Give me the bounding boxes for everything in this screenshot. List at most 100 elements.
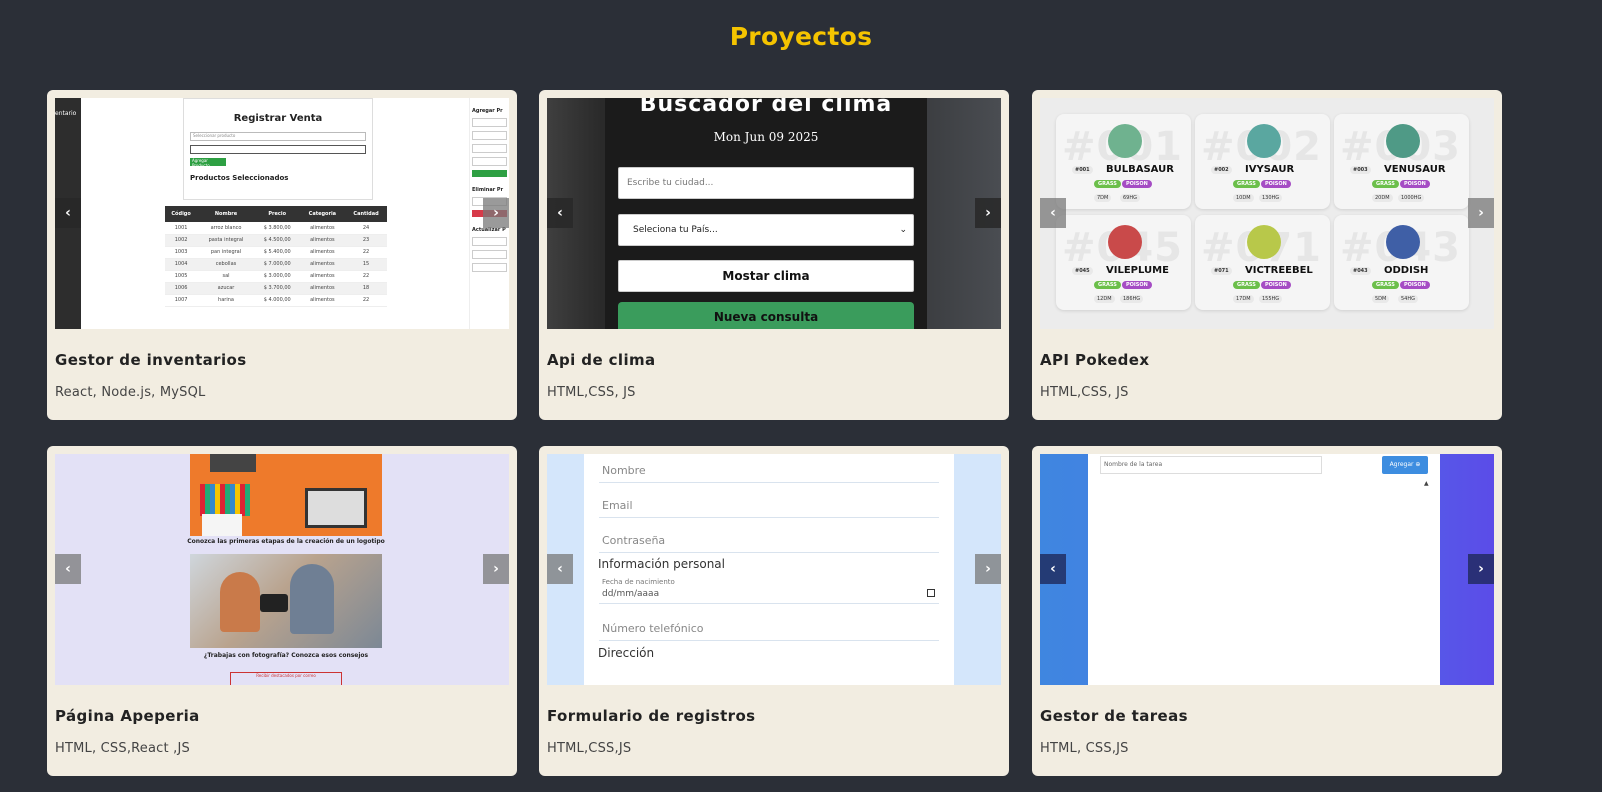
carousel-prev-button[interactable]: ‹ — [1040, 198, 1066, 228]
carousel-prev-button[interactable]: ‹ — [1040, 554, 1066, 584]
project-tech: HTML,CSS,JS — [547, 741, 632, 756]
project-title: API Pokedex — [1040, 351, 1150, 369]
carousel-prev-button[interactable]: ‹ — [547, 198, 573, 228]
table-row: 1005 sal $ 3.000,00 alimentos 22 — [165, 270, 387, 283]
form-container: Nombre Email Contraseña Información pers… — [584, 454, 954, 685]
table-row: 1001 arroz blanco $ 3.800,00 alimentos 24 — [165, 222, 387, 235]
select-text: Seleccionar producto — [193, 133, 236, 138]
pokemon-name: ODDISH — [1384, 265, 1429, 276]
chevron-down-icon: ⌄ — [899, 225, 907, 235]
pokemon-sprite — [1247, 124, 1281, 158]
pokemon-name: IVYSAUR — [1245, 164, 1295, 175]
pokemon-card: #043#043ODDISHGRASSPOISON5DM54HG — [1334, 215, 1469, 310]
add-task-button: Agregar ⊕ — [1382, 456, 1428, 474]
keyboard-image — [210, 454, 256, 472]
carousel-prev-button[interactable]: ‹ — [55, 198, 81, 228]
pokemon-name: VICTREEBEL — [1245, 265, 1313, 276]
pokemon-sprite — [1386, 124, 1420, 158]
table-cell: $ 4.500,00 — [254, 234, 300, 247]
pokemon-name: BULBASAUR — [1106, 164, 1174, 175]
pokemon-sprite — [1247, 225, 1281, 259]
project-title: Formulario de registros — [547, 707, 756, 725]
pokemon-height: 10DM — [1233, 194, 1254, 202]
project-tech: HTML,CSS, JS — [1040, 385, 1129, 400]
person-image — [290, 564, 334, 634]
carousel-next-button[interactable]: › — [975, 198, 1001, 228]
table-cell: $ 7.000,00 — [254, 258, 300, 271]
project-card-inventarios: entario Registrar Venta Seleccionar prod… — [47, 90, 517, 420]
right-panel-section: Eliminar Pr — [472, 187, 504, 193]
country-select-text: Seleciona tu País... — [633, 225, 718, 235]
right-field — [472, 263, 507, 272]
table-cell: alimentos — [299, 258, 346, 271]
table-cell: 1001 — [165, 222, 198, 235]
pokemon-number: #045 — [1072, 267, 1093, 275]
project-carousel: Nombre Email Contraseña Información pers… — [547, 454, 1001, 685]
pokemon-type: GRASS — [1094, 281, 1121, 289]
quantity-input — [190, 145, 366, 154]
pokemon-weight: 130HG — [1259, 194, 1283, 202]
table-header: Nombre — [197, 206, 255, 222]
add-product-button: Agregar Producto — [190, 158, 226, 168]
project-carousel: Buscador del clima Mon Jun 09 2025 Escri… — [547, 98, 1001, 329]
table-cell: 18 — [345, 282, 387, 295]
pokemon-type: GRASS — [1233, 281, 1260, 289]
pokemon-weight: 1000HG — [1398, 194, 1425, 202]
project-title: Gestor de inventarios — [55, 351, 247, 369]
pokemon-number: #071 — [1211, 267, 1232, 275]
birthdate-field: dd/mm/aaaa — [599, 589, 939, 604]
table-cell: alimentos — [299, 222, 346, 235]
pokemon-weight: 186HG — [1120, 295, 1144, 303]
panel-title: Registrar Venta — [233, 113, 323, 124]
carousel-next-button[interactable]: › — [975, 554, 1001, 584]
monitor-image — [305, 488, 367, 528]
pokemon-number: #043 — [1350, 267, 1371, 275]
table-row: 1006 azucar $ 3.700,00 alimentos 18 — [165, 282, 387, 295]
table-cell: alimentos — [299, 294, 346, 307]
name-field: Nombre — [599, 464, 939, 483]
person-image — [220, 572, 260, 632]
email-field: Email — [599, 499, 939, 518]
city-input: Escribe tu ciudad... — [618, 167, 914, 199]
table-cell: cebollas — [197, 258, 255, 271]
pokemon-weight: 54HG — [1398, 295, 1418, 303]
new-query-button: Nueva consulta — [618, 302, 914, 329]
project-card-pokedex: #001#001BULBASAURGRASSPOISON7DM69HG#002#… — [1032, 90, 1502, 420]
right-panel-title: Agregar Pr — [472, 108, 503, 114]
project-tech: HTML, CSS,JS — [1040, 741, 1129, 756]
project-tech: HTML,CSS, JS — [547, 385, 636, 400]
table-cell: $ 3.800,00 — [254, 222, 300, 235]
phone-field: Número telefónico — [599, 622, 939, 641]
pokemon-number: #001 — [1072, 166, 1093, 174]
pokemon-type: POISON — [1261, 281, 1291, 289]
pokemon-type: GRASS — [1094, 180, 1121, 188]
article-caption: Conozca las primeras etapas de la creaci… — [187, 538, 385, 545]
table-row: 1007 harina $ 4.000,00 alimentos 22 — [165, 294, 387, 307]
table-cell: 1004 — [165, 258, 198, 271]
pokemon-card: #045#045VILEPLUMEGRASSPOISON12DM186HG — [1056, 215, 1191, 310]
carousel-next-button[interactable]: › — [483, 554, 509, 584]
carousel-prev-button[interactable]: ‹ — [547, 554, 573, 584]
table-cell: 1003 — [165, 246, 198, 259]
table-cell: alimentos — [299, 270, 346, 283]
product-select: Seleccionar producto — [190, 132, 366, 141]
table-cell: sal — [197, 270, 255, 283]
table-cell: 22 — [345, 270, 387, 283]
table-cell: $ 3.700,00 — [254, 282, 300, 295]
table-cell: pan integral — [197, 246, 255, 259]
carousel-next-button[interactable]: › — [1468, 554, 1494, 584]
products-table: Código Nombre Precio Categoria Cantidad 1001… — [165, 206, 387, 307]
carousel-next-button[interactable]: › — [483, 198, 509, 228]
table-cell: arroz blanco — [197, 222, 255, 235]
project-title: Página Apeperia — [55, 707, 200, 725]
carousel-next-button[interactable]: › — [1468, 198, 1494, 228]
pokemon-type: POISON — [1122, 281, 1152, 289]
task-name-input: Nombre de la tarea — [1100, 456, 1322, 474]
carousel-prev-button[interactable]: ‹ — [55, 554, 81, 584]
right-field — [472, 237, 507, 246]
pokemon-height: 17DM — [1233, 295, 1254, 303]
project-card-apeperia: Conozca las primeras etapas de la creaci… — [47, 446, 517, 776]
table-cell: 15 — [345, 258, 387, 271]
photo-article-image — [190, 554, 382, 648]
table-cell: 1006 — [165, 282, 198, 295]
